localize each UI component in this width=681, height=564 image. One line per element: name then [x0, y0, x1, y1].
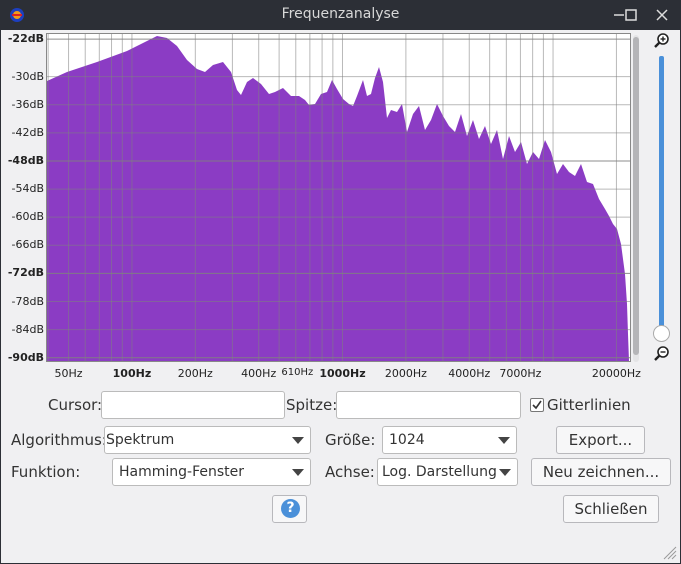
grid-label[interactable]: Gitterlinien	[547, 396, 631, 414]
algorithm-label: Algorithmus:	[11, 431, 107, 449]
close-icon[interactable]	[651, 4, 673, 26]
x-tick-label: 4000Hz	[448, 367, 491, 380]
cursor-label: Cursor:	[48, 396, 103, 414]
x-tick-label: 2000Hz	[384, 367, 427, 380]
y-tick-label: -72dB	[7, 266, 44, 280]
chevron-down-icon	[499, 469, 511, 476]
x-tick-label: 400Hz	[241, 367, 277, 380]
resize-grip-icon[interactable]	[659, 542, 677, 560]
chevron-down-icon	[292, 437, 304, 444]
size-label: Größe:	[325, 431, 376, 449]
axis-select[interactable]: Log. Darstellung	[377, 458, 518, 486]
cursor-field[interactable]	[101, 391, 285, 419]
zoom-slider-track[interactable]	[659, 56, 664, 328]
y-tick-label: -36dB	[11, 97, 45, 111]
chevron-down-icon	[498, 437, 510, 444]
function-select[interactable]: Hamming-Fenster	[112, 458, 311, 486]
y-tick-label: -22dB	[7, 32, 44, 46]
peak-label: Spitze:	[286, 396, 338, 414]
replot-button[interactable]: Neu zeichnen...	[531, 458, 671, 486]
help-button[interactable]: ?	[272, 495, 307, 523]
close-button[interactable]: Schließen	[563, 495, 659, 523]
chevron-down-icon	[292, 469, 304, 476]
y-tick-label: -66dB	[11, 238, 45, 252]
spectrum-area	[47, 36, 630, 361]
zoom-out-icon[interactable]	[653, 345, 671, 363]
function-value: Hamming-Fenster	[119, 464, 245, 480]
algorithm-select[interactable]: Spektrum	[104, 426, 311, 454]
x-tick-label: 7000Hz	[499, 367, 542, 380]
spectrum-svg	[47, 34, 630, 361]
function-label: Funktion:	[11, 463, 81, 481]
algorithm-value: Spektrum	[106, 432, 175, 448]
y-tick-label: -78dB	[11, 294, 45, 308]
x-tick-label: 1000Hz	[319, 367, 366, 380]
peak-field[interactable]	[336, 391, 521, 419]
x-tick-label: 610Hz	[281, 367, 314, 378]
title-bar: Frequenzanalyse	[0, 0, 681, 30]
y-tick-label: -42dB	[11, 125, 45, 139]
window-title: Frequenzanalyse	[281, 6, 400, 22]
checkmark-icon	[532, 400, 542, 410]
help-icon: ?	[281, 499, 300, 518]
spectrum-plot[interactable]	[46, 33, 631, 362]
x-tick-label: 100Hz	[112, 367, 152, 380]
axis-label: Achse:	[325, 463, 375, 481]
x-tick-label: 50Hz	[54, 367, 83, 380]
x-tick-label: 20000Hz	[591, 367, 641, 380]
y-tick-label: -30dB	[11, 69, 45, 83]
zoom-slider-handle[interactable]	[653, 325, 670, 342]
y-tick-label: -54dB	[11, 182, 45, 196]
export-button[interactable]: Export...	[556, 426, 645, 454]
vertical-scrollbar[interactable]	[633, 35, 639, 362]
grid-checkbox[interactable]	[530, 398, 544, 412]
x-tick-label: 200Hz	[177, 367, 213, 380]
scrollbar-thumb[interactable]	[633, 37, 639, 355]
size-value: 1024	[389, 432, 425, 448]
zoom-in-icon[interactable]	[653, 32, 671, 50]
maximize-icon[interactable]	[620, 4, 642, 26]
y-tick-label: -60dB	[11, 210, 45, 224]
y-tick-label: -84dB	[11, 322, 45, 336]
y-tick-label: -90dB	[7, 350, 44, 364]
axis-value: Log. Darstellung	[382, 464, 497, 480]
size-select[interactable]: 1024	[382, 426, 517, 454]
y-tick-label: -48dB	[7, 153, 44, 167]
